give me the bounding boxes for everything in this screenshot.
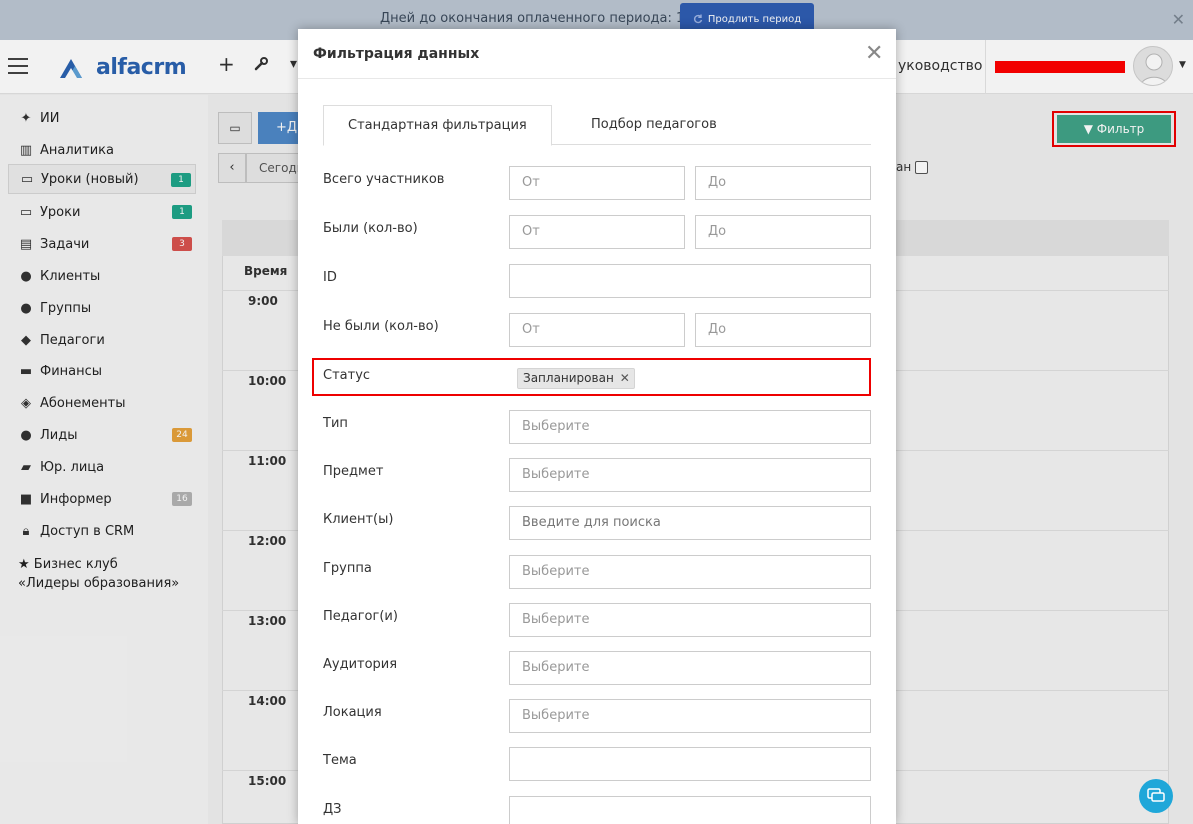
tab-teacher-selection[interactable]: Подбор педагогов: [567, 105, 741, 146]
subject-label: Предмет: [323, 464, 384, 479]
attended-from-input[interactable]: От: [509, 215, 685, 249]
chat-icon: [1147, 788, 1165, 802]
remove-chip-icon[interactable]: ✕: [620, 369, 630, 388]
id-label: ID: [323, 270, 337, 285]
type-select[interactable]: Выберите: [509, 410, 871, 444]
homework-label: ДЗ: [323, 802, 342, 817]
modal-header: Фильтрация данных ✕: [298, 29, 896, 79]
teacher-select[interactable]: Выберите: [509, 603, 871, 637]
attended-count-label: Были (кол-во): [323, 221, 418, 236]
location-label: Локация: [323, 705, 382, 720]
group-label: Группа: [323, 561, 372, 576]
homework-input[interactable]: [509, 796, 871, 824]
topic-label: Тема: [323, 753, 357, 768]
teacher-label: Педагог(и): [323, 609, 398, 624]
location-select[interactable]: Выберите: [509, 699, 871, 733]
client-search-input[interactable]: Введите для поиска: [509, 506, 871, 540]
group-select[interactable]: Выберите: [509, 555, 871, 589]
client-label: Клиент(ы): [323, 512, 394, 527]
absent-to-input[interactable]: До: [695, 313, 871, 347]
close-icon[interactable]: ✕: [865, 41, 883, 66]
status-chip-label: Запланирован: [523, 371, 614, 385]
total-participants-from-input[interactable]: От: [509, 166, 685, 200]
total-participants-to-input[interactable]: До: [695, 166, 871, 200]
modal-title: Фильтрация данных: [313, 46, 480, 62]
absent-from-input[interactable]: От: [509, 313, 685, 347]
absent-count-label: Не были (кол-во): [323, 319, 439, 334]
total-participants-label: Всего участников: [323, 172, 445, 187]
attended-to-input[interactable]: До: [695, 215, 871, 249]
status-chip: Запланирован ✕: [517, 368, 635, 389]
id-input[interactable]: [509, 264, 871, 298]
filter-modal: Фильтрация данных ✕ Стандартная фильтрац…: [298, 29, 896, 824]
room-label: Аудитория: [323, 657, 398, 672]
tab-standard-filter[interactable]: Стандартная фильтрация: [323, 105, 552, 146]
type-label: Тип: [323, 416, 348, 431]
topic-input[interactable]: [509, 747, 871, 781]
chat-widget-button[interactable]: [1139, 779, 1173, 813]
subject-select[interactable]: Выберите: [509, 458, 871, 492]
filter-tabs: Стандартная фильтрация Подбор педагогов: [323, 105, 871, 146]
room-select[interactable]: Выберите: [509, 651, 871, 685]
